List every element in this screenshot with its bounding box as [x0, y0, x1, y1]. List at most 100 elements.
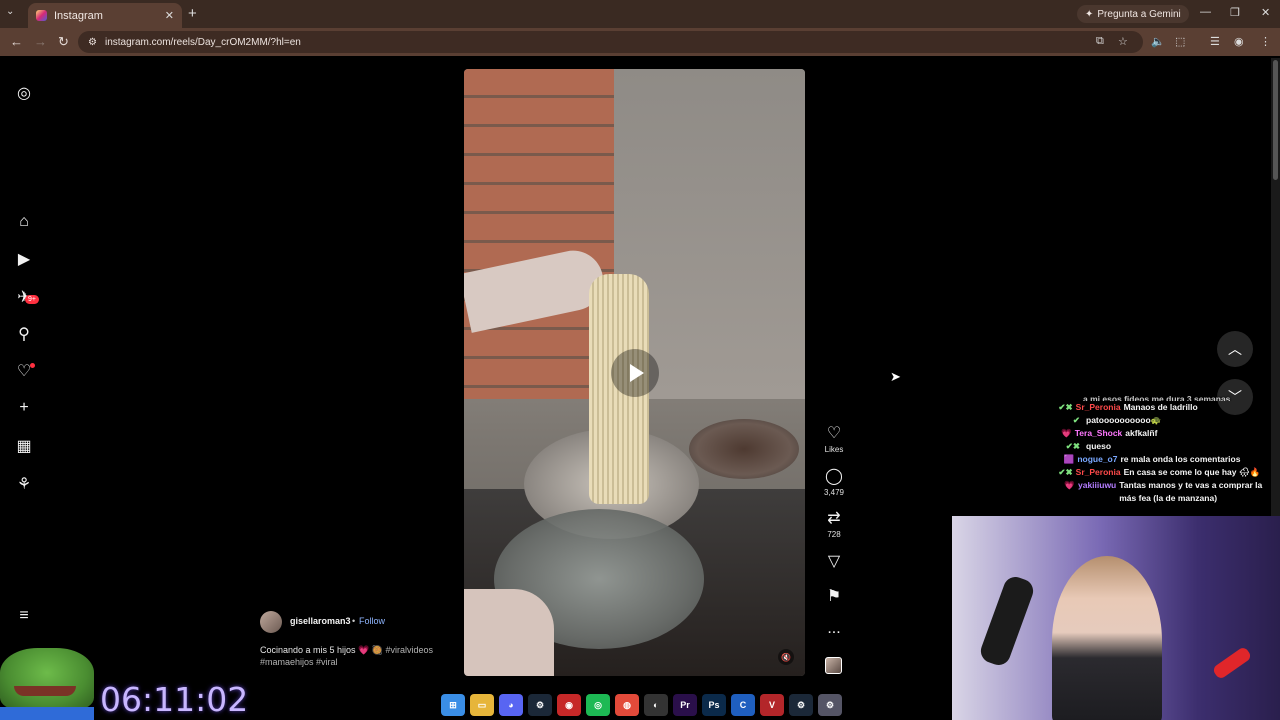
- follow-button[interactable]: Follow: [359, 616, 385, 626]
- likes-label: Likes: [824, 445, 844, 454]
- audio-thumbnail[interactable]: [825, 657, 842, 674]
- webcam-red-light: [1211, 645, 1253, 681]
- taskbar-C-icon[interactable]: C: [731, 694, 755, 716]
- share-icon[interactable]: ▽: [818, 553, 850, 571]
- url-text[interactable]: instagram.com/reels/Day_crOM2MM/?hl=en: [105, 37, 301, 48]
- more-options[interactable]: ...: [818, 620, 850, 638]
- tab-instagram[interactable]: Instagram ✕: [28, 3, 182, 28]
- more-dots-icon[interactable]: ...: [818, 620, 850, 638]
- comment-icon[interactable]: ◯: [818, 468, 850, 486]
- taskbar-Pr-icon[interactable]: Pr: [673, 694, 697, 716]
- save-action[interactable]: ⚑: [818, 588, 850, 606]
- chat-username: yakiiiuwu: [1077, 480, 1117, 490]
- repost-action[interactable]: ⇄ 728: [818, 510, 850, 539]
- video-hand: [464, 589, 554, 676]
- play-button[interactable]: [611, 349, 659, 397]
- chat-username: Sr_Peronia: [1075, 402, 1121, 412]
- taskbar-obs-icon[interactable]: ◐: [644, 694, 668, 716]
- address-bar[interactable]: ⚙ instagram.com/reels/Day_crOM2MM/?hl=en: [78, 31, 1143, 53]
- webcam-streamer: [1052, 556, 1162, 720]
- bookmark-icon[interactable]: ⚑: [818, 588, 850, 606]
- taskbar-settings-icon[interactable]: ⚙: [818, 694, 842, 716]
- chat-badges: 🟪: [1063, 454, 1075, 464]
- video-pan: [689, 419, 799, 479]
- new-tab-button[interactable]: +: [188, 5, 197, 22]
- heart-icon[interactable]: ♡: [818, 425, 850, 443]
- chat-lines: ✔✖ Sr_Peronia Manaos de ladrillo ✔ patoooooo…: [988, 401, 1280, 505]
- browser-menu-icon[interactable]: ⋮: [1260, 35, 1271, 48]
- site-info-icon[interactable]: ⚙: [88, 37, 97, 48]
- chat-line: 💗 yakiiiuwu Tantas manos y te vas a compra…: [988, 479, 1280, 505]
- close-tab-icon[interactable]: ✕: [165, 9, 174, 22]
- chat-line: ✔✖ Sr_Peronia Manaos de ladrillo: [988, 401, 1280, 414]
- mute-icon[interactable]: 🔇: [778, 649, 794, 665]
- chat-line: ✔✖ Sr_Peronia En casa se come lo que hay 🌧…: [988, 466, 1280, 479]
- chat-badges: ✔: [1072, 415, 1080, 425]
- close-window-icon[interactable]: ✕: [1261, 6, 1270, 19]
- install-app-icon[interactable]: ⧉: [1096, 35, 1104, 48]
- audio-icon[interactable]: 🔈: [1151, 35, 1165, 48]
- chat-username: nogue_o7: [1077, 454, 1118, 464]
- profile-avatar-icon[interactable]: ◉: [1234, 35, 1244, 48]
- windows-taskbar: ⊞ ▭ ◕ ⚙ ◉ ◎ ◍ ◐ Pr Ps C V ⚙ ⚙: [435, 690, 845, 720]
- back-icon[interactable]: ←: [10, 34, 23, 49]
- taskbar-app-icon[interactable]: ◉: [557, 694, 581, 716]
- chat-message: akfkalñf: [1125, 428, 1158, 438]
- chat-badges: 💗: [1061, 428, 1072, 438]
- restore-icon[interactable]: ❐: [1230, 6, 1240, 19]
- scrollbar-thumb[interactable]: [1273, 60, 1278, 180]
- home-icon[interactable]: ⌂: [15, 213, 33, 231]
- post-caption: Cocinando a mis 5 hijos 💗 🥘 #viralvideos…: [260, 644, 460, 668]
- tab-search-icon[interactable]: ⌄: [6, 6, 14, 17]
- caption-hashtags[interactable]: #mamaehijos #viral: [260, 657, 338, 667]
- extensions-icon[interactable]: ⬚: [1175, 35, 1185, 48]
- minimize-icon[interactable]: —: [1200, 6, 1211, 18]
- instagram-logo-icon[interactable]: ◎: [15, 84, 33, 102]
- chat-line: 🟪 nogue_o7 re mala onda los comentarios: [988, 453, 1280, 466]
- reels-icon[interactable]: ▶: [15, 250, 33, 268]
- create-icon[interactable]: +: [15, 399, 33, 417]
- taskbar-discord-icon[interactable]: ◕: [499, 694, 523, 716]
- taskbar-Ps-icon[interactable]: Ps: [702, 694, 726, 716]
- search-icon[interactable]: ⚲: [15, 325, 33, 343]
- caption-hashtag[interactable]: #viralvideos: [385, 645, 433, 655]
- gemini-label: Pregunta a Gemini: [1097, 8, 1181, 20]
- taskbar-spotify-icon[interactable]: ◎: [586, 694, 610, 716]
- taskbar-files-icon[interactable]: ▭: [470, 694, 494, 716]
- stream-timer: 06:11:02: [100, 680, 249, 719]
- chat-badges: ✔✖: [1065, 441, 1080, 451]
- reel-video[interactable]: 🔇: [464, 69, 805, 676]
- chat-message: queso: [1086, 441, 1112, 451]
- bookmark-star-icon[interactable]: ☆: [1118, 35, 1128, 48]
- dashboard-icon[interactable]: ▦: [15, 437, 33, 455]
- repost-icon[interactable]: ⇄: [818, 510, 850, 528]
- reading-list-icon[interactable]: ☰: [1210, 35, 1220, 48]
- threads-icon[interactable]: ⚘: [15, 475, 33, 493]
- share-action[interactable]: ▽: [818, 553, 850, 571]
- taskbar-win-icon[interactable]: ⊞: [441, 694, 465, 716]
- forward-icon[interactable]: →: [34, 34, 47, 49]
- chat-line-partial: a mi esos fideos me dura 3 semanas: [988, 393, 1280, 401]
- pepe-emote: [0, 648, 94, 710]
- taskbar-chrome-icon[interactable]: ◍: [615, 694, 639, 716]
- chat-badges: ✔✖: [1058, 467, 1073, 477]
- gemini-button[interactable]: ✦ Pregunta a Gemini: [1077, 5, 1189, 23]
- like-action[interactable]: ♡ Likes: [818, 425, 850, 454]
- taskbar-steam2-icon[interactable]: ⚙: [789, 694, 813, 716]
- author-avatar[interactable]: [260, 611, 282, 633]
- comment-action[interactable]: ◯ 3,479: [818, 468, 850, 497]
- author-username[interactable]: gisellaroman3: [290, 616, 351, 626]
- chat-message: En casa se come lo que hay 🌧🔥: [1123, 467, 1261, 477]
- more-menu-icon[interactable]: ≡: [15, 607, 33, 625]
- chat-message: re mala onda los comentarios: [1120, 454, 1241, 464]
- gemini-sparkle-icon: ✦: [1085, 8, 1094, 20]
- instagram-favicon-icon: [36, 10, 47, 21]
- taskbar-steam-icon[interactable]: ⚙: [528, 694, 552, 716]
- chat-message: Manaos de ladrillo: [1123, 402, 1198, 412]
- notification-dot: [30, 363, 35, 368]
- chat-line: ✔ patoooooooooo🐢: [988, 414, 1280, 427]
- taskbar-voice-icon[interactable]: V: [760, 694, 784, 716]
- separator-dot: •: [352, 616, 356, 626]
- previous-reel-button[interactable]: ︿: [1217, 331, 1253, 367]
- reload-icon[interactable]: ↻: [58, 34, 69, 50]
